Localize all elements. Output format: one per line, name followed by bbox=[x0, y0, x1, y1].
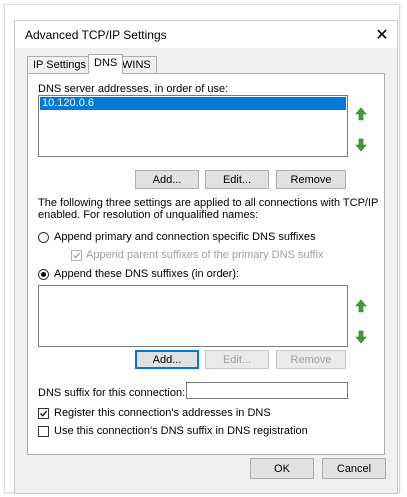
add-server-button[interactable]: Add... bbox=[135, 170, 199, 189]
title-bar: Advanced TCP/IP Settings ✕ bbox=[15, 21, 397, 48]
register-addresses-checkbox[interactable] bbox=[38, 408, 49, 419]
settings-description-line2: enabled. For resolution of unqualified n… bbox=[38, 209, 259, 221]
append-these-radio[interactable] bbox=[38, 269, 49, 280]
dns-tab-panel: DNS server addresses, in order of use: 1… bbox=[27, 73, 385, 455]
move-up-server-button[interactable] bbox=[351, 104, 371, 124]
append-primary-label[interactable]: Append primary and connection specific D… bbox=[54, 231, 316, 243]
cancel-button[interactable]: Cancel bbox=[322, 458, 386, 479]
append-these-label[interactable]: Append these DNS suffixes (in order): bbox=[54, 268, 239, 280]
use-suffix-registration-checkbox[interactable] bbox=[38, 426, 49, 437]
append-primary-radio[interactable] bbox=[38, 232, 49, 243]
ok-button[interactable]: OK bbox=[250, 458, 314, 479]
connection-suffix-label: DNS suffix for this connection: bbox=[38, 387, 186, 399]
use-suffix-registration-label[interactable]: Use this connection's DNS suffix in DNS … bbox=[54, 425, 308, 437]
close-button[interactable]: ✕ bbox=[367, 21, 397, 48]
arrow-down-icon bbox=[355, 138, 367, 152]
advanced-tcpip-dialog: Advanced TCP/IP Settings ✕ IP Settings D… bbox=[14, 20, 398, 494]
dns-server-entry[interactable]: 10.120.0.6 bbox=[40, 97, 346, 110]
remove-server-button[interactable]: Remove bbox=[276, 170, 346, 189]
dns-servers-list[interactable]: 10.120.0.6 bbox=[38, 95, 348, 157]
move-up-suffix-button[interactable] bbox=[351, 296, 371, 316]
connection-suffix-input[interactable] bbox=[186, 382, 348, 399]
move-down-server-button[interactable] bbox=[351, 135, 371, 155]
dns-servers-label: DNS server addresses, in order of use: bbox=[38, 83, 229, 95]
remove-suffix-button[interactable]: Remove bbox=[276, 350, 346, 369]
window-title: Advanced TCP/IP Settings bbox=[25, 28, 167, 42]
checkmark-icon bbox=[40, 410, 48, 417]
close-icon: ✕ bbox=[375, 26, 389, 44]
arrow-up-icon bbox=[355, 107, 367, 121]
move-down-suffix-button[interactable] bbox=[351, 327, 371, 347]
edit-suffix-button[interactable]: Edit... bbox=[205, 350, 269, 369]
settings-description-line1: The following three settings are applied… bbox=[38, 197, 379, 209]
register-addresses-label[interactable]: Register this connection's addresses in … bbox=[54, 407, 271, 419]
edit-server-button[interactable]: Edit... bbox=[205, 170, 269, 189]
checkmark-icon bbox=[73, 252, 81, 259]
append-parent-checkbox[interactable] bbox=[71, 250, 82, 261]
dns-suffixes-list[interactable] bbox=[38, 285, 348, 347]
tab-ip-settings[interactable]: IP Settings bbox=[27, 56, 92, 73]
add-suffix-button[interactable]: Add... bbox=[135, 350, 199, 369]
arrow-down-icon bbox=[355, 330, 367, 344]
arrow-up-icon bbox=[355, 299, 367, 313]
tab-dns[interactable]: DNS bbox=[88, 54, 124, 74]
append-parent-label: Append parent suffixes of the primary DN… bbox=[86, 249, 324, 261]
